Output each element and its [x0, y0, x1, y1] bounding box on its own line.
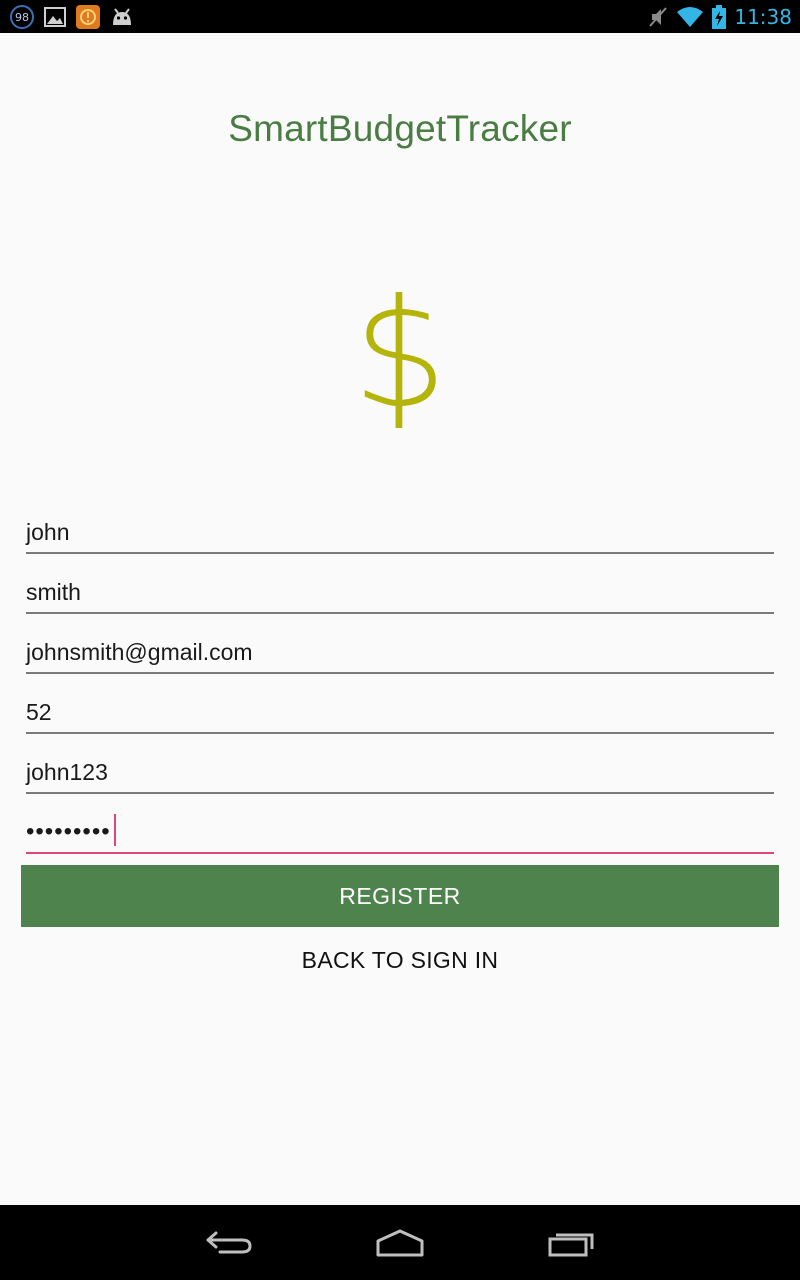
app-title: SmartBudgetTracker	[228, 108, 572, 149]
username-value: john123	[26, 759, 108, 785]
dollar-logo-icon: $	[352, 268, 448, 442]
status-bar: 98 11:38	[0, 0, 800, 33]
email-field[interactable]: johnsmith@gmail.com	[26, 614, 774, 674]
last-name-value: smith	[26, 579, 81, 605]
android-icon	[113, 8, 131, 25]
password-value: •••••••••	[26, 818, 111, 845]
first-name-value: john	[26, 519, 70, 545]
wifi-icon	[677, 7, 704, 27]
clock: 11:38	[734, 5, 792, 29]
username-field[interactable]: john123	[26, 734, 774, 794]
notification-count-icon: 98	[10, 5, 34, 29]
back-to-sign-in-button[interactable]: BACK TO SIGN IN	[0, 940, 800, 980]
battery-charging-icon	[712, 5, 727, 29]
password-value-wrap: •••••••••	[26, 814, 116, 846]
email-value: johnsmith@gmail.com	[26, 639, 253, 665]
navigation-bar	[0, 1205, 800, 1280]
notification-count: 98	[15, 10, 29, 24]
register-button[interactable]: REGISTER	[21, 865, 779, 927]
image-icon	[44, 7, 66, 27]
text-cursor	[113, 814, 116, 846]
home-icon[interactable]	[370, 1227, 430, 1259]
warning-app-icon	[76, 5, 100, 29]
first-name-field[interactable]: john	[26, 494, 774, 554]
mute-icon	[649, 7, 668, 27]
password-field[interactable]: •••••••••	[26, 794, 774, 854]
recent-apps-icon[interactable]	[542, 1227, 602, 1259]
last-name-field[interactable]: smith	[26, 554, 774, 614]
age-value: 52	[26, 699, 52, 725]
register-screen: 98 11:38 SmartBudgetTracker $ john smith…	[0, 0, 800, 1280]
age-field[interactable]: 52	[26, 674, 774, 734]
back-icon[interactable]	[200, 1227, 260, 1259]
